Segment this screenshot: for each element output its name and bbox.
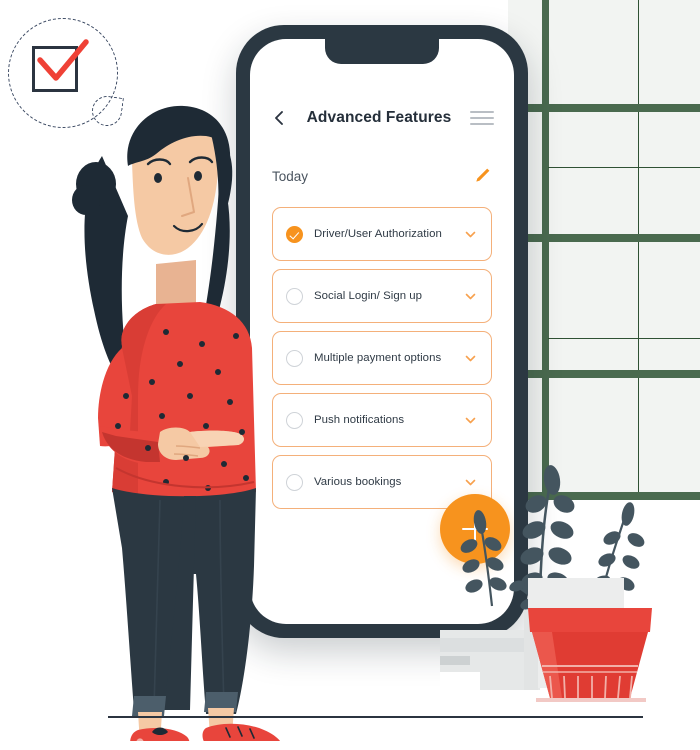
props-illustration — [440, 465, 652, 702]
character-illustration — [72, 105, 280, 741]
window-frame — [508, 370, 700, 378]
window-mullion — [548, 167, 700, 168]
feature-label: Push notifications — [314, 414, 405, 426]
feature-label: Multiple payment options — [314, 352, 442, 364]
window-frame — [542, 0, 549, 500]
window-mullion — [548, 338, 700, 339]
feature-card[interactable]: Social Login/ Sign up — [272, 269, 492, 323]
window-mullion — [638, 242, 639, 370]
page-title: Advanced Features — [306, 109, 452, 126]
window-frame — [508, 104, 700, 112]
pencil-edit-icon[interactable] — [472, 166, 492, 186]
window-frame — [508, 234, 700, 242]
window-pane — [548, 0, 700, 104]
feature-label: Driver/User Authorization — [314, 228, 442, 240]
chevron-down-icon[interactable] — [464, 290, 477, 303]
feature-label: Social Login/ Sign up — [314, 290, 423, 302]
illustration-stage: Advanced Features Today Driver/User Auth… — [0, 0, 700, 750]
window-pane — [548, 112, 700, 234]
feature-card[interactable]: Push notifications — [272, 393, 492, 447]
feature-card[interactable]: Driver/User Authorization — [272, 207, 492, 261]
window-mullion — [638, 112, 639, 234]
hamburger-menu-icon[interactable] — [470, 111, 494, 125]
phone-notch — [325, 39, 439, 64]
checkmark-icon — [37, 39, 89, 81]
chevron-down-icon[interactable] — [464, 352, 477, 365]
ground-line — [108, 716, 643, 718]
chevron-down-icon[interactable] — [464, 414, 477, 427]
window-pane — [548, 242, 700, 370]
chevron-down-icon[interactable] — [464, 228, 477, 241]
window-mullion — [638, 0, 639, 104]
plant-pot-rim — [528, 608, 652, 632]
feature-card[interactable]: Multiple payment options — [272, 331, 492, 385]
